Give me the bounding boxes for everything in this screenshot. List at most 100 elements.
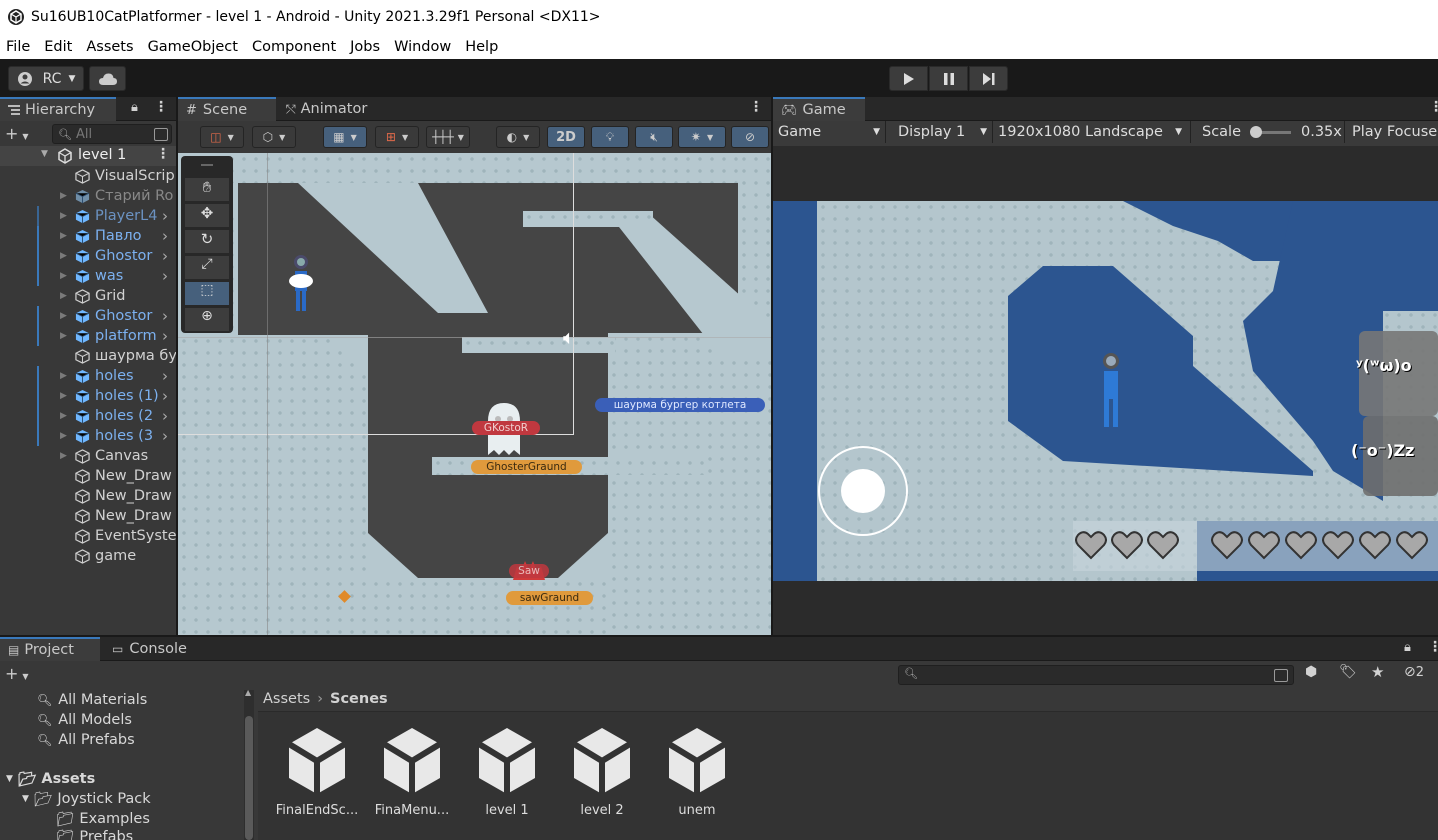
tab-game[interactable]: 🎮︎ Game [773, 97, 865, 121]
hierarchy-item[interactable]: шаурма бу [0, 346, 176, 366]
lock-icon[interactable]: 🔒︎ [1404, 640, 1411, 655]
scroll-up-icon[interactable]: ▲ [245, 688, 251, 697]
expand-arrow-icon[interactable]: ▶ [60, 211, 67, 221]
effects-dropdown[interactable]: ✷ ▼ [678, 126, 726, 148]
open-prefab-icon[interactable]: › [162, 367, 168, 385]
hierarchy-item[interactable]: game [0, 546, 176, 566]
hierarchy-item[interactable]: ▶ platform › [0, 326, 176, 346]
label-tag-icon[interactable]: 🏷︎ [1339, 664, 1357, 680]
menu-gameobject[interactable]: GameObject [148, 39, 238, 55]
expand-arrow-icon[interactable]: ▶ [60, 311, 67, 321]
expand-arrow-icon[interactable]: ▶ [60, 371, 67, 381]
shading-mode-dropdown[interactable]: ◐ ▼ [496, 126, 540, 148]
audio-toggle[interactable]: 🔇︎ [635, 126, 673, 148]
hierarchy-item[interactable]: ▶ Старий Ro [0, 186, 176, 206]
hierarchy-item[interactable]: ▶ holes (3 › [0, 426, 176, 446]
asset-scene-item[interactable]: FinaMenu... [367, 725, 457, 818]
tab-animator[interactable]: ⤲ Animator [278, 97, 374, 121]
move-tool-icon[interactable]: ✥ [185, 204, 229, 227]
account-button[interactable]: RC ▼ [8, 66, 84, 91]
search-scope-icon[interactable] [1274, 669, 1288, 682]
menu-help[interactable]: Help [465, 39, 498, 55]
scale-slider-thumb[interactable] [1250, 126, 1262, 138]
hierarchy-item[interactable]: ▶ holes › [0, 366, 176, 386]
snap-increment-dropdown[interactable]: ⊞ ▼ [375, 126, 419, 148]
menu-assets[interactable]: Assets [86, 39, 133, 55]
hierarchy-item[interactable]: New_Draw [0, 506, 176, 526]
menu-jobs[interactable]: Jobs [350, 39, 380, 55]
scene-viewport[interactable]: ✋︎ ✥ ↻ ⤢ ⬚ ⊕ 🔈︎ GKostoR GhosterGraund ша… [178, 153, 771, 635]
play-button[interactable] [889, 66, 928, 91]
menu-file[interactable]: File [6, 39, 30, 55]
saw-tag-label[interactable]: Saw [509, 564, 549, 578]
hand-tool-icon[interactable]: ✋︎ [185, 178, 229, 201]
play-focused-dropdown[interactable]: Play Focuse [1347, 121, 1438, 143]
saw-ground-label[interactable]: sawGraund [506, 591, 593, 605]
hierarchy-item[interactable]: New_Draw [0, 486, 176, 506]
hierarchy-item[interactable]: ▶ Ghostor › [0, 306, 176, 326]
expand-arrow-icon[interactable]: ▶ [60, 231, 67, 241]
expand-arrow-icon[interactable]: ▼ [22, 794, 29, 804]
open-prefab-icon[interactable]: › [162, 267, 168, 285]
tree-joystick-pack[interactable]: ▼ 📂︎ Joystick Pack [22, 789, 151, 809]
create-asset-button[interactable]: + ▼ [5, 664, 29, 683]
hierarchy-item[interactable]: ▶ was › [0, 266, 176, 286]
open-prefab-icon[interactable]: › [162, 407, 168, 425]
kebab-menu-icon[interactable]: ⋮ [1428, 639, 1438, 655]
display-dropdown[interactable]: Display 1 ▼ [890, 121, 993, 143]
open-prefab-icon[interactable]: › [162, 307, 168, 325]
tab-hierarchy[interactable]: Hierarchy [0, 97, 116, 121]
expand-arrow-icon[interactable]: ▼ [41, 149, 48, 159]
hierarchy-item[interactable]: ▶ holes (2 › [0, 406, 176, 426]
open-prefab-icon[interactable]: › [162, 427, 168, 445]
drag-handle-icon[interactable] [201, 164, 213, 166]
tool-handle-dropdown[interactable]: ◫ ▼ [200, 126, 244, 148]
game-viewport[interactable]: ʸ(ʷω)o (⁻o⁻)Zz [773, 146, 1438, 635]
tree-prefabs[interactable]: 📁︎ Prefabs [56, 829, 133, 840]
expand-arrow-icon[interactable]: ▶ [60, 411, 67, 421]
expand-arrow-icon[interactable]: ▶ [60, 271, 67, 281]
ruler-dropdown[interactable]: ┼┼┼ ▼ [426, 126, 470, 148]
hidden-packages-icon[interactable]: ⊘2 [1404, 664, 1424, 680]
open-prefab-icon[interactable]: › [162, 227, 168, 245]
kebab-menu-icon[interactable]: ⋮ [1429, 99, 1438, 115]
expand-arrow-icon[interactable]: ▶ [60, 331, 67, 341]
menu-edit[interactable]: Edit [44, 39, 72, 55]
hierarchy-item[interactable]: ▶ PlayerL4 › [0, 206, 176, 226]
tab-project[interactable]: ▤ Project [0, 637, 100, 661]
asset-scene-item[interactable]: level 2 [557, 725, 647, 818]
tree-assets[interactable]: ▼ 📂︎ Assets [6, 769, 95, 789]
expand-arrow-icon[interactable]: ▶ [60, 191, 67, 201]
breadcrumb-assets[interactable]: Assets [263, 691, 310, 707]
search-scope-icon[interactable] [154, 127, 168, 141]
hierarchy-search-input[interactable]: 🔍︎ All [52, 124, 172, 144]
favorite-all-models[interactable]: 🔍︎ All Models [37, 710, 132, 730]
expand-arrow-icon[interactable]: ▼ [6, 774, 13, 784]
kebab-menu-icon[interactable]: ⋮ [154, 99, 168, 115]
open-prefab-icon[interactable]: › [162, 327, 168, 345]
grid-snap-dropdown[interactable]: ▦ ▼ [323, 126, 367, 148]
rotate-tool-icon[interactable]: ↻ [185, 230, 229, 253]
favorite-star-icon[interactable]: ★ [1371, 663, 1384, 681]
tree-scrollbar[interactable]: ▲ [244, 688, 254, 840]
step-button[interactable] [969, 66, 1008, 91]
scale-tool-icon[interactable]: ⤢ [185, 256, 229, 279]
asset-scene-item[interactable]: level 1 [462, 725, 552, 818]
hierarchy-item[interactable]: EventSyste [0, 526, 176, 546]
breadcrumb-scenes[interactable]: Scenes [330, 691, 388, 707]
transform-tool-icon[interactable]: ⊕ [185, 308, 229, 331]
expand-arrow-icon[interactable]: ▶ [60, 431, 67, 441]
hidden-objects-toggle[interactable]: ⊘ [731, 126, 769, 148]
expand-arrow-icon[interactable]: ▶ [60, 291, 67, 301]
pause-button[interactable] [929, 66, 968, 91]
expand-arrow-icon[interactable]: ▶ [60, 451, 67, 461]
open-prefab-icon[interactable]: › [162, 207, 168, 225]
toggle-2d-button[interactable]: 2D [547, 126, 585, 148]
scene-root-row[interactable]: ▼ level 1 ⋮ [0, 146, 176, 166]
hierarchy-item[interactable]: VisualScrip [0, 166, 176, 186]
hierarchy-item[interactable]: ▶ Павло › [0, 226, 176, 246]
expand-arrow-icon[interactable]: ▶ [60, 251, 67, 261]
rect-tool-icon[interactable]: ⬚ [185, 282, 229, 305]
hierarchy-item[interactable]: ▶ holes (1) › [0, 386, 176, 406]
cloud-button[interactable] [89, 66, 126, 91]
